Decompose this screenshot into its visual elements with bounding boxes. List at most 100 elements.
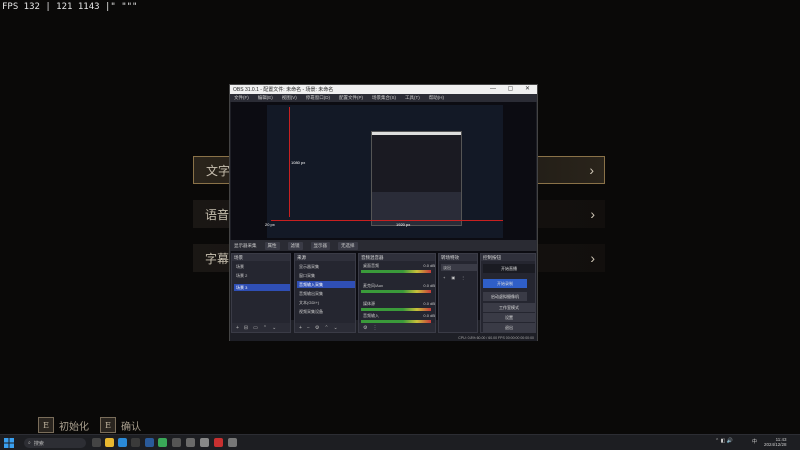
transitions-dock: 转场特效 淡出 + ▣ ⋮ <box>438 253 478 333</box>
add-icon[interactable]: + <box>236 325 239 331</box>
confirm-option[interactable]: E 确认 <box>100 416 141 434</box>
sources-dock-footer: + − ⚙ ⌃ ⌄ <box>295 323 355 332</box>
menu-view[interactable]: 视图(V) <box>282 95 297 101</box>
obs-titlebar[interactable]: OBS 31.0.1 - 配置文件: 未命名 - 场景: 未命名 — ▢ ✕ <box>230 85 537 94</box>
transitions-dock-title: 转场特效 <box>439 254 477 261</box>
app-icon[interactable] <box>200 438 209 447</box>
scenes-dock: 场景 场景 场景 2 场景 3 + ⊟ ▭ ⌃ ⌄ <box>231 253 291 333</box>
chevron-right-icon: › <box>589 162 594 178</box>
mixer-channel: 音频输入 0.0 dB <box>361 312 435 319</box>
menu-tools[interactable]: 工具(T) <box>405 95 420 101</box>
channel-name: 音频输入 <box>363 312 379 318</box>
gear-icon[interactable]: ⚙ <box>363 325 367 331</box>
audio-mixer-dock: 音频混音器 桌面音频 0.0 dB 麦克风/Aux 0.0 dB 媒体源 0.0… <box>358 253 436 333</box>
selected-source-name: 显示器采集 <box>234 242 257 248</box>
filter-icon[interactable]: ⊟ <box>244 325 248 331</box>
app-icon[interactable] <box>228 438 237 447</box>
menu-file[interactable]: 文件(F) <box>234 95 249 101</box>
menu-help[interactable]: 帮助(H) <box>429 95 444 101</box>
taskbar-search[interactable]: ⌕ 搜索 <box>24 438 86 448</box>
channel-db: 0.0 dB <box>423 283 435 288</box>
source-item[interactable]: 文本(GDI+) <box>297 299 355 306</box>
app-icon[interactable] <box>186 438 195 447</box>
display-select[interactable]: 显示器 <box>310 241 330 250</box>
app-icon[interactable] <box>131 438 140 447</box>
wechat-icon[interactable] <box>158 438 167 447</box>
file-explorer-icon[interactable] <box>105 438 114 447</box>
move-down-icon[interactable]: ⌄ <box>272 325 276 331</box>
tray-icons[interactable]: ⌃ ◧ 🔊 <box>715 438 733 444</box>
input-language[interactable]: 中 <box>752 438 757 445</box>
volume-meter <box>361 290 431 293</box>
remove-icon[interactable]: ▭ <box>253 325 258 331</box>
menu-profile[interactable]: 配置文件(P) <box>339 95 363 101</box>
menu-docks[interactable]: 停靠窗口(D) <box>306 95 330 101</box>
task-view-icon[interactable] <box>92 438 101 447</box>
source-item[interactable]: 视频采集设备 <box>297 308 355 315</box>
guide-line-horizontal <box>271 220 503 221</box>
source-item[interactable]: 显示器采集 <box>297 263 355 270</box>
more-icon[interactable]: ⋮ <box>461 275 465 280</box>
obs-statusbar: CPU: 0.8% 60.00 / 60.00 FPS 00:00:00 00:… <box>230 334 537 341</box>
move-down-icon[interactable]: ⌄ <box>334 325 338 331</box>
start-virtual-camera-button[interactable]: 启动虚拟摄像机 <box>483 292 527 301</box>
move-up-icon[interactable]: ⌃ <box>324 325 328 331</box>
properties-button[interactable]: 属性 <box>264 241 280 250</box>
window-controls-icon[interactable]: — ▢ ✕ <box>490 85 535 92</box>
selection-select[interactable]: 无选择 <box>338 241 358 250</box>
channel-name: 媒体源 <box>363 300 375 306</box>
menu-item-label: 字幕 <box>205 251 230 266</box>
sources-dock-title: 来源 <box>295 254 355 261</box>
transition-select[interactable]: 淡出 <box>441 264 477 271</box>
nested-obs-preview <box>371 131 462 226</box>
scene-item-selected[interactable]: 场景 3 <box>234 284 290 291</box>
exit-button[interactable]: 退出 <box>483 323 535 332</box>
edge-icon[interactable] <box>118 438 127 447</box>
chevron-right-icon: › <box>590 206 595 222</box>
studio-mode-button[interactable]: 工作室模式 <box>483 303 535 312</box>
guide-line-vertical <box>289 107 290 217</box>
menu-scene-collection[interactable]: 场景集合(S) <box>372 95 396 101</box>
more-icon[interactable]: ⋮ <box>372 325 377 331</box>
channel-db: 0.0 dB <box>423 301 435 306</box>
gear-icon[interactable]: ⚙ <box>315 325 319 331</box>
move-up-icon[interactable]: ⌃ <box>263 325 267 331</box>
reset-option[interactable]: E 初始化 <box>38 416 89 434</box>
source-item[interactable]: 窗口采集 <box>297 272 355 279</box>
fps-counter: FPS 132 | 121 1143 |" """ <box>2 2 138 12</box>
mixer-dock-title: 音频混音器 <box>359 254 435 261</box>
channel-name: 麦克风/Aux <box>363 282 384 288</box>
scenes-dock-title: 场景 <box>232 254 290 261</box>
start-streaming-button[interactable]: 开始直播 <box>483 264 535 273</box>
menu-edit[interactable]: 编辑(E) <box>258 95 273 101</box>
menu-item-label: 文字 <box>206 163 231 178</box>
search-icon: ⌕ <box>28 440 31 446</box>
copy-icon[interactable]: ▣ <box>451 275 455 280</box>
obs-taskbar-icon[interactable] <box>214 438 223 447</box>
obs-title: OBS 31.0.1 - 配置文件: 未命名 - 场景: 未命名 <box>233 87 334 93</box>
source-item-selected[interactable]: 音频输入采集 <box>297 281 355 288</box>
channel-db: 0.0 dB <box>423 313 435 318</box>
add-icon[interactable]: + <box>299 325 302 331</box>
sources-dock: 来源 显示器采集 窗口采集 音频输入采集 音频输出采集 文本(GDI+) 视频采… <box>294 253 356 333</box>
volume-meter <box>361 308 431 311</box>
app-icon[interactable] <box>172 438 181 447</box>
source-item[interactable]: 音频输出采集 <box>297 290 355 297</box>
windows-start-icon[interactable] <box>4 438 14 448</box>
clock[interactable]: 11:43 2024/12/28 <box>764 437 787 447</box>
steam-icon[interactable] <box>145 438 154 447</box>
scene-item[interactable]: 场景 2 <box>234 272 290 279</box>
remove-icon[interactable]: − <box>307 325 310 331</box>
scene-item[interactable]: 场景 <box>234 263 290 270</box>
scenes-dock-footer: + ⊟ ▭ ⌃ ⌄ <box>232 323 290 332</box>
taskbar: ⌕ 搜索 ⌃ ◧ 🔊 中 11:43 2024/12/28 <box>0 434 800 450</box>
height-measure: 1080 px <box>291 160 306 165</box>
confirm-label: 确认 <box>121 421 141 433</box>
menu-item-label: 语音 <box>205 207 230 222</box>
start-recording-button[interactable]: 开始录制 <box>483 279 527 288</box>
obs-window[interactable]: OBS 31.0.1 - 配置文件: 未命名 - 场景: 未命名 — ▢ ✕ 文… <box>229 84 538 341</box>
add-icon[interactable]: + <box>443 275 445 280</box>
obs-menubar: 文件(F) 编辑(E) 视图(V) 停靠窗口(D) 配置文件(P) 场景集合(S… <box>230 94 537 102</box>
settings-button[interactable]: 设置 <box>483 313 535 322</box>
filters-button[interactable]: 滤镜 <box>287 241 303 250</box>
